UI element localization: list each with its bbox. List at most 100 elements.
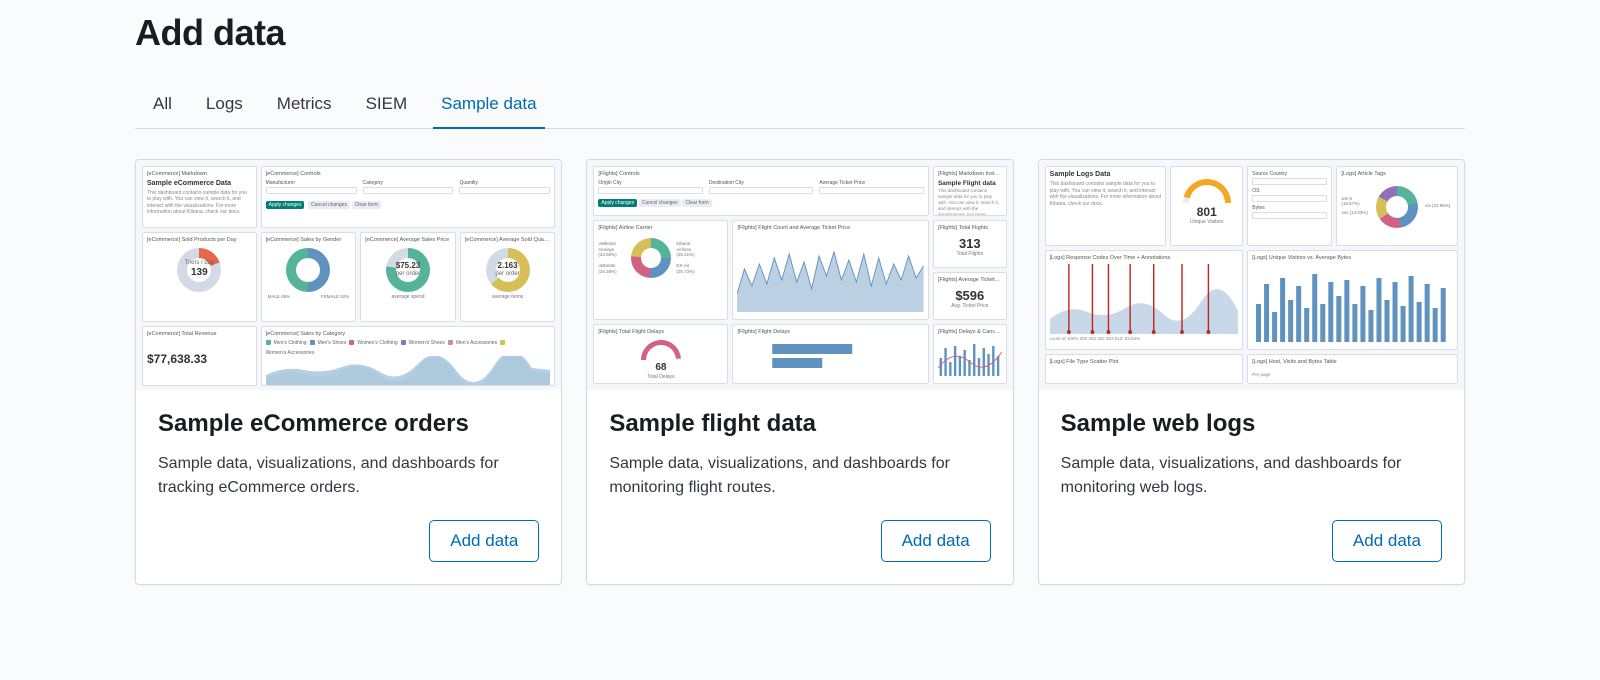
- fl-carrier-c: Jetbeats (24.38%): [598, 263, 626, 274]
- fl-delay-gauge-sub: Total Delays: [598, 374, 723, 380]
- fl-markdown-hd: [Flights] Markdown Instructions: [938, 171, 1002, 178]
- card-desc-ecommerce: Sample data, visualizations, and dashboa…: [158, 452, 539, 500]
- ecom-ctl-quantity[interactable]: [459, 187, 550, 194]
- wl-tags-c: osx (14.03%): [1341, 210, 1369, 215]
- ecom-ctl-quantity-lbl: Quantity: [459, 180, 550, 186]
- ecom-clear-btn[interactable]: Clear form: [352, 201, 381, 209]
- tab-logs[interactable]: Logs: [204, 84, 245, 128]
- fl-origin-select[interactable]: [598, 187, 703, 194]
- ecom-revenue-hd: [eCommerce] Total Revenue: [147, 331, 252, 338]
- fl-carrier-b: Kibana Airlines (26.21%): [676, 241, 704, 257]
- fl-dest-select[interactable]: [709, 187, 814, 194]
- ecom-avg-sales-hd: [eCommerce] Average Sales Price: [365, 237, 451, 244]
- wl-os-lbl: OS: [1252, 188, 1327, 194]
- card-title-weblogs: Sample web logs: [1061, 410, 1442, 438]
- fl-delay-gauge-hd: [Flights] Total Flight Delays: [598, 329, 723, 336]
- ecom-revenue-value: $77,638.33: [147, 352, 252, 366]
- ecom-apply-btn[interactable]: Apply changes: [266, 201, 305, 209]
- add-data-button-flights[interactable]: Add data: [881, 520, 991, 562]
- fl-markdown-body: This dashboard contains sample data for …: [938, 188, 1002, 216]
- wl-tags-b: ios (23.96%): [1425, 203, 1453, 208]
- fl-carrier-hd: [Flights] Airline Carrier: [598, 225, 723, 232]
- wl-markdown-title: Sample Logs Data: [1050, 171, 1162, 179]
- fl-carrier-a: JetBeats Airways (23.68%): [598, 241, 626, 257]
- ecom-markdown-title: Sample eCommerce Data: [147, 180, 252, 188]
- tab-sample-data[interactable]: Sample data: [439, 84, 538, 128]
- wl-source-select[interactable]: [1252, 178, 1327, 185]
- fl-cancel-chart: [938, 338, 1002, 378]
- ecom-sold-value: 139: [191, 267, 208, 279]
- wl-resp-hd: [Logs] Response Codes Over Time + Annota…: [1050, 255, 1239, 262]
- ecom-avg-qty-foot: average items: [465, 294, 551, 300]
- fl-total-sub: Total Flights: [938, 251, 1002, 257]
- wl-scatter-hd: [Logs] File Type Scatter Plot: [1050, 359, 1239, 366]
- fl-cancel-hd: [Flights] Delays & Cancellations: [938, 329, 1002, 336]
- wl-bytes-lbl: Bytes: [1252, 205, 1327, 211]
- ecom-cat-hd: [eCommerce] Sales by Category: [266, 331, 551, 338]
- ecom-avg-qty-sub: per order: [495, 271, 519, 278]
- ecom-area-chart: [266, 356, 551, 386]
- ecom-avg-sales-sub: per order: [396, 271, 420, 278]
- preview-weblogs: Sample Logs Data This dashboard contains…: [1039, 160, 1464, 390]
- ecom-ctl-manufacturer-lbl: Manufacturer: [266, 180, 357, 186]
- card-desc-weblogs: Sample data, visualizations, and dashboa…: [1061, 452, 1442, 500]
- fl-controls-hd: [Flights] Controls: [598, 171, 924, 178]
- fl-clear-btn[interactable]: Clear form: [682, 199, 711, 207]
- ecom-markdown-hd: [eCommerce] Markdown: [147, 171, 252, 178]
- fl-avgprice-value: $596: [938, 288, 1002, 304]
- wl-resp-foot: count of 100% 200 302 402 503 513: 53.04…: [1050, 336, 1239, 341]
- preview-ecommerce: [eCommerce] Markdown Sample eCommerce Da…: [136, 160, 561, 390]
- wl-os-select[interactable]: [1252, 195, 1327, 202]
- wl-uniq-chart: [1252, 264, 1453, 344]
- page-title: Add data: [135, 12, 1465, 54]
- card-title-flights: Sample flight data: [609, 410, 990, 438]
- card-ecommerce: [eCommerce] Markdown Sample eCommerce Da…: [135, 159, 562, 585]
- ecom-ctl-category-lbl: Category: [363, 180, 454, 186]
- preview-flights: [Flights] Controls Origin City Destinati…: [587, 160, 1012, 390]
- wl-tags-hd: [Logs] Article Tags: [1341, 171, 1453, 178]
- fl-carrier-d: ES-Air (25.73%): [676, 263, 704, 274]
- ecom-gender-male: MALE 48%: [268, 294, 291, 299]
- ecom-ctl-manufacturer[interactable]: [266, 187, 357, 194]
- wl-resp-chart: [1050, 264, 1239, 334]
- tab-metrics[interactable]: Metrics: [275, 84, 334, 128]
- fl-avgprice-sub: Avg. Ticket Price: [938, 303, 1002, 309]
- tab-all[interactable]: All: [151, 84, 174, 128]
- fl-avgprice-hd: [Flights] Average Ticket Price: [938, 277, 1002, 284]
- card-weblogs: Sample Logs Data This dashboard contains…: [1038, 159, 1465, 585]
- fl-origin-lbl: Origin City: [598, 180, 703, 186]
- ecom-avg-sales-foot: average spend: [365, 294, 451, 300]
- ecom-gender-female: FEMALE 52%: [321, 294, 349, 299]
- ecom-markdown-body: This dashboard contains sample data for …: [147, 190, 252, 216]
- ecom-sold-hd: [eCommerce] Sold Products per Day: [147, 237, 252, 244]
- wl-markdown-body: This dashboard contains sample data for …: [1050, 181, 1162, 207]
- fl-count-hd: [Flights] Flight Count and Average Ticke…: [737, 225, 924, 232]
- tabs: All Logs Metrics SIEM Sample data: [135, 84, 1465, 129]
- fl-price-lbl: Average Ticket Price: [819, 180, 924, 186]
- ecom-avg-qty-hd: [eCommerce] Average Sold Quantity: [465, 237, 551, 244]
- wl-bytes-slider[interactable]: [1252, 212, 1327, 219]
- ecom-ctl-category[interactable]: [363, 187, 454, 194]
- fl-cancel-btn[interactable]: Cancel changes: [639, 199, 681, 207]
- fl-bar-chart: [737, 338, 924, 378]
- wl-uniq-hd: [Logs] Unique Visitors vs. Average Bytes: [1252, 255, 1453, 262]
- fl-dest-lbl: Destination City: [709, 180, 814, 186]
- fl-area-chart: [737, 234, 924, 312]
- fl-apply-btn[interactable]: Apply changes: [598, 199, 637, 207]
- fl-price-slider[interactable]: [819, 187, 924, 194]
- add-data-button-weblogs[interactable]: Add data: [1332, 520, 1442, 562]
- wl-visitors-value: 801: [1175, 205, 1238, 219]
- wl-source-lbl: Source Country: [1252, 171, 1327, 177]
- wl-table-hd: [Logs] Host, Visits and Bytes Table: [1252, 359, 1453, 366]
- ecom-gender-hd: [eCommerce] Sales by Gender: [266, 237, 352, 244]
- add-data-button-ecommerce[interactable]: Add data: [429, 520, 539, 562]
- cards: [eCommerce] Markdown Sample eCommerce Da…: [135, 159, 1465, 585]
- card-desc-flights: Sample data, visualizations, and dashboa…: [609, 452, 990, 500]
- ecom-cat-legend: Men's Clothing Men's Shoes Women's Cloth…: [266, 340, 551, 356]
- tab-siem[interactable]: SIEM: [364, 84, 410, 128]
- card-flights: [Flights] Controls Origin City Destinati…: [586, 159, 1013, 585]
- wl-perpage: Per page: [1252, 372, 1453, 377]
- ecom-cancel-btn[interactable]: Cancel changes: [308, 201, 350, 209]
- fl-markdown-title: Sample Flight data: [938, 180, 1002, 188]
- fl-total-hd: [Flights] Total Flights: [938, 225, 1002, 232]
